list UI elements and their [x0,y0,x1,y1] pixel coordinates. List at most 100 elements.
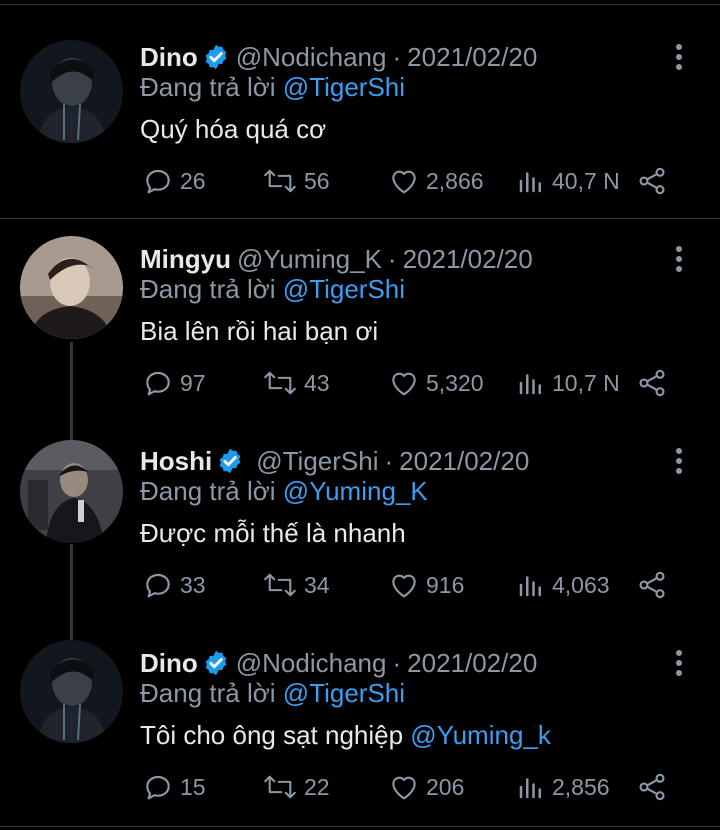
views-button[interactable]: 4,063 [516,568,610,602]
like-button[interactable]: 206 [388,770,464,804]
action-bar: 26 56 2,866 40,7 N [140,164,680,198]
retweet-count: 56 [304,167,330,194]
tweet-date[interactable]: 2021/02/20 [399,446,529,477]
tweet-text: Tôi cho ông sạt nghiệp @Yuming_k [140,720,551,751]
reply-icon [146,169,170,194]
views-button[interactable]: 10,7 N [516,366,620,400]
views-icon [519,576,541,597]
reply-button[interactable]: 15 [142,770,206,804]
replying-to: Đang trả lời @Yuming_K [140,476,428,507]
share-icon [639,571,665,599]
like-icon [392,372,416,396]
separator-dot: · [384,445,394,476]
tweet-header: Dino @Nodichang · 2021/02/20 [140,40,537,74]
handle[interactable]: @TigerShi [256,446,378,477]
retweet-icon [264,573,296,597]
tweet-date[interactable]: 2021/02/20 [403,244,533,275]
replying-to: Đang trả lời @TigerShi [140,678,405,709]
replying-to-mention[interactable]: @TigerShi [283,678,405,708]
avatar[interactable] [20,640,123,743]
handle[interactable]: @Nodichang [236,42,387,73]
views-button[interactable]: 2,856 [516,770,610,804]
reply-icon [146,573,170,598]
views-count: 2,856 [552,773,610,800]
like-button[interactable]: 5,320 [388,366,484,400]
reply-count: 26 [180,167,206,194]
display-name[interactable]: Hoshi [140,446,212,477]
tweet-header: Dino @Nodichang · 2021/02/20 [140,646,537,680]
handle[interactable]: @Yuming_K [237,244,382,275]
share-icon [639,167,665,195]
replying-to: Đang trả lời @TigerShi [140,274,405,305]
tweet-4[interactable]: Dino @Nodichang · 2021/02/20 Đang trả lờ… [0,640,720,826]
reply-count: 97 [180,369,206,396]
tweet-1[interactable]: Dino @Nodichang · 2021/02/20 Đang trả lờ… [0,40,720,218]
action-bar: 97 43 5,320 10,7 N [140,366,680,400]
display-name[interactable]: Dino [140,42,198,73]
verified-badge-icon [205,650,227,676]
views-icon [519,172,541,193]
replying-to-mention[interactable]: @TigerShi [283,72,405,102]
avatar[interactable] [20,440,123,543]
tweet-text-mention[interactable]: @Yuming_k [410,720,551,750]
separator-dot: · [392,647,402,678]
tweet-header: Mingyu @Yuming_K · 2021/02/20 [140,242,533,276]
retweet-button[interactable]: 22 [262,770,330,804]
tweet-date[interactable]: 2021/02/20 [407,42,537,73]
thread-line [70,544,73,644]
reply-icon [146,371,170,396]
replying-prefix: Đang trả lời [140,72,276,102]
tweet-text-content: Quý hóa quá cơ [140,114,327,144]
views-count: 40,7 N [552,167,620,194]
share-button[interactable] [636,366,674,400]
replying-prefix: Đang trả lời [140,678,276,708]
retweet-button[interactable]: 34 [262,568,330,602]
reply-count: 15 [180,773,206,800]
retweet-icon [264,775,296,799]
display-name[interactable]: Dino [140,648,198,679]
more-icon[interactable] [668,650,690,680]
retweet-count: 43 [304,369,330,396]
tweet-3[interactable]: Hoshi @TigerShi · 2021/02/20 Đang trả lờ… [0,440,720,644]
replying-to-mention[interactable]: @TigerShi [283,274,405,304]
reply-button[interactable]: 33 [142,568,206,602]
more-icon[interactable] [668,448,690,478]
tweet-text-content: Tôi cho ông sạt nghiệp [140,720,411,750]
action-bar: 15 22 206 2,856 [140,770,680,804]
reply-button[interactable]: 26 [142,164,206,198]
more-icon[interactable] [668,246,690,276]
replying-to: Đang trả lời @TigerShi [140,72,405,103]
more-icon[interactable] [668,44,690,74]
replying-to-mention[interactable]: @Yuming_K [283,476,428,506]
tweet-text: Quý hóa quá cơ [140,114,326,145]
avatar[interactable] [20,236,123,339]
tweet-text-content: Bia lên rồi hai bạn ơi [140,316,379,346]
views-count: 4,063 [552,571,610,598]
views-count: 10,7 N [552,369,620,396]
separator-dot: · [392,41,402,72]
retweet-button[interactable]: 43 [262,366,330,400]
reply-button[interactable]: 97 [142,366,206,400]
like-button[interactable]: 916 [388,568,464,602]
like-button[interactable]: 2,866 [388,164,484,198]
share-button[interactable] [636,164,674,198]
display-name[interactable]: Mingyu [140,244,231,275]
like-count: 2,866 [426,167,484,194]
thread-line [70,342,73,442]
tweet-2[interactable]: Mingyu @Yuming_K · 2021/02/20 Đang trả l… [0,236,720,442]
share-button[interactable] [636,568,674,602]
retweet-button[interactable]: 56 [262,164,330,198]
share-button[interactable] [636,770,674,804]
views-button[interactable]: 40,7 N [516,164,620,198]
replying-prefix: Đang trả lời [140,274,276,304]
like-icon [392,170,416,194]
like-icon [392,574,416,598]
retweet-icon [264,371,296,395]
handle[interactable]: @Nodichang [236,648,387,679]
retweet-count: 34 [304,571,330,598]
tweet-date[interactable]: 2021/02/20 [407,648,537,679]
like-count: 206 [426,773,465,800]
like-icon [392,776,416,800]
action-bar: 33 34 916 4,063 [140,568,680,602]
avatar[interactable] [20,40,123,143]
